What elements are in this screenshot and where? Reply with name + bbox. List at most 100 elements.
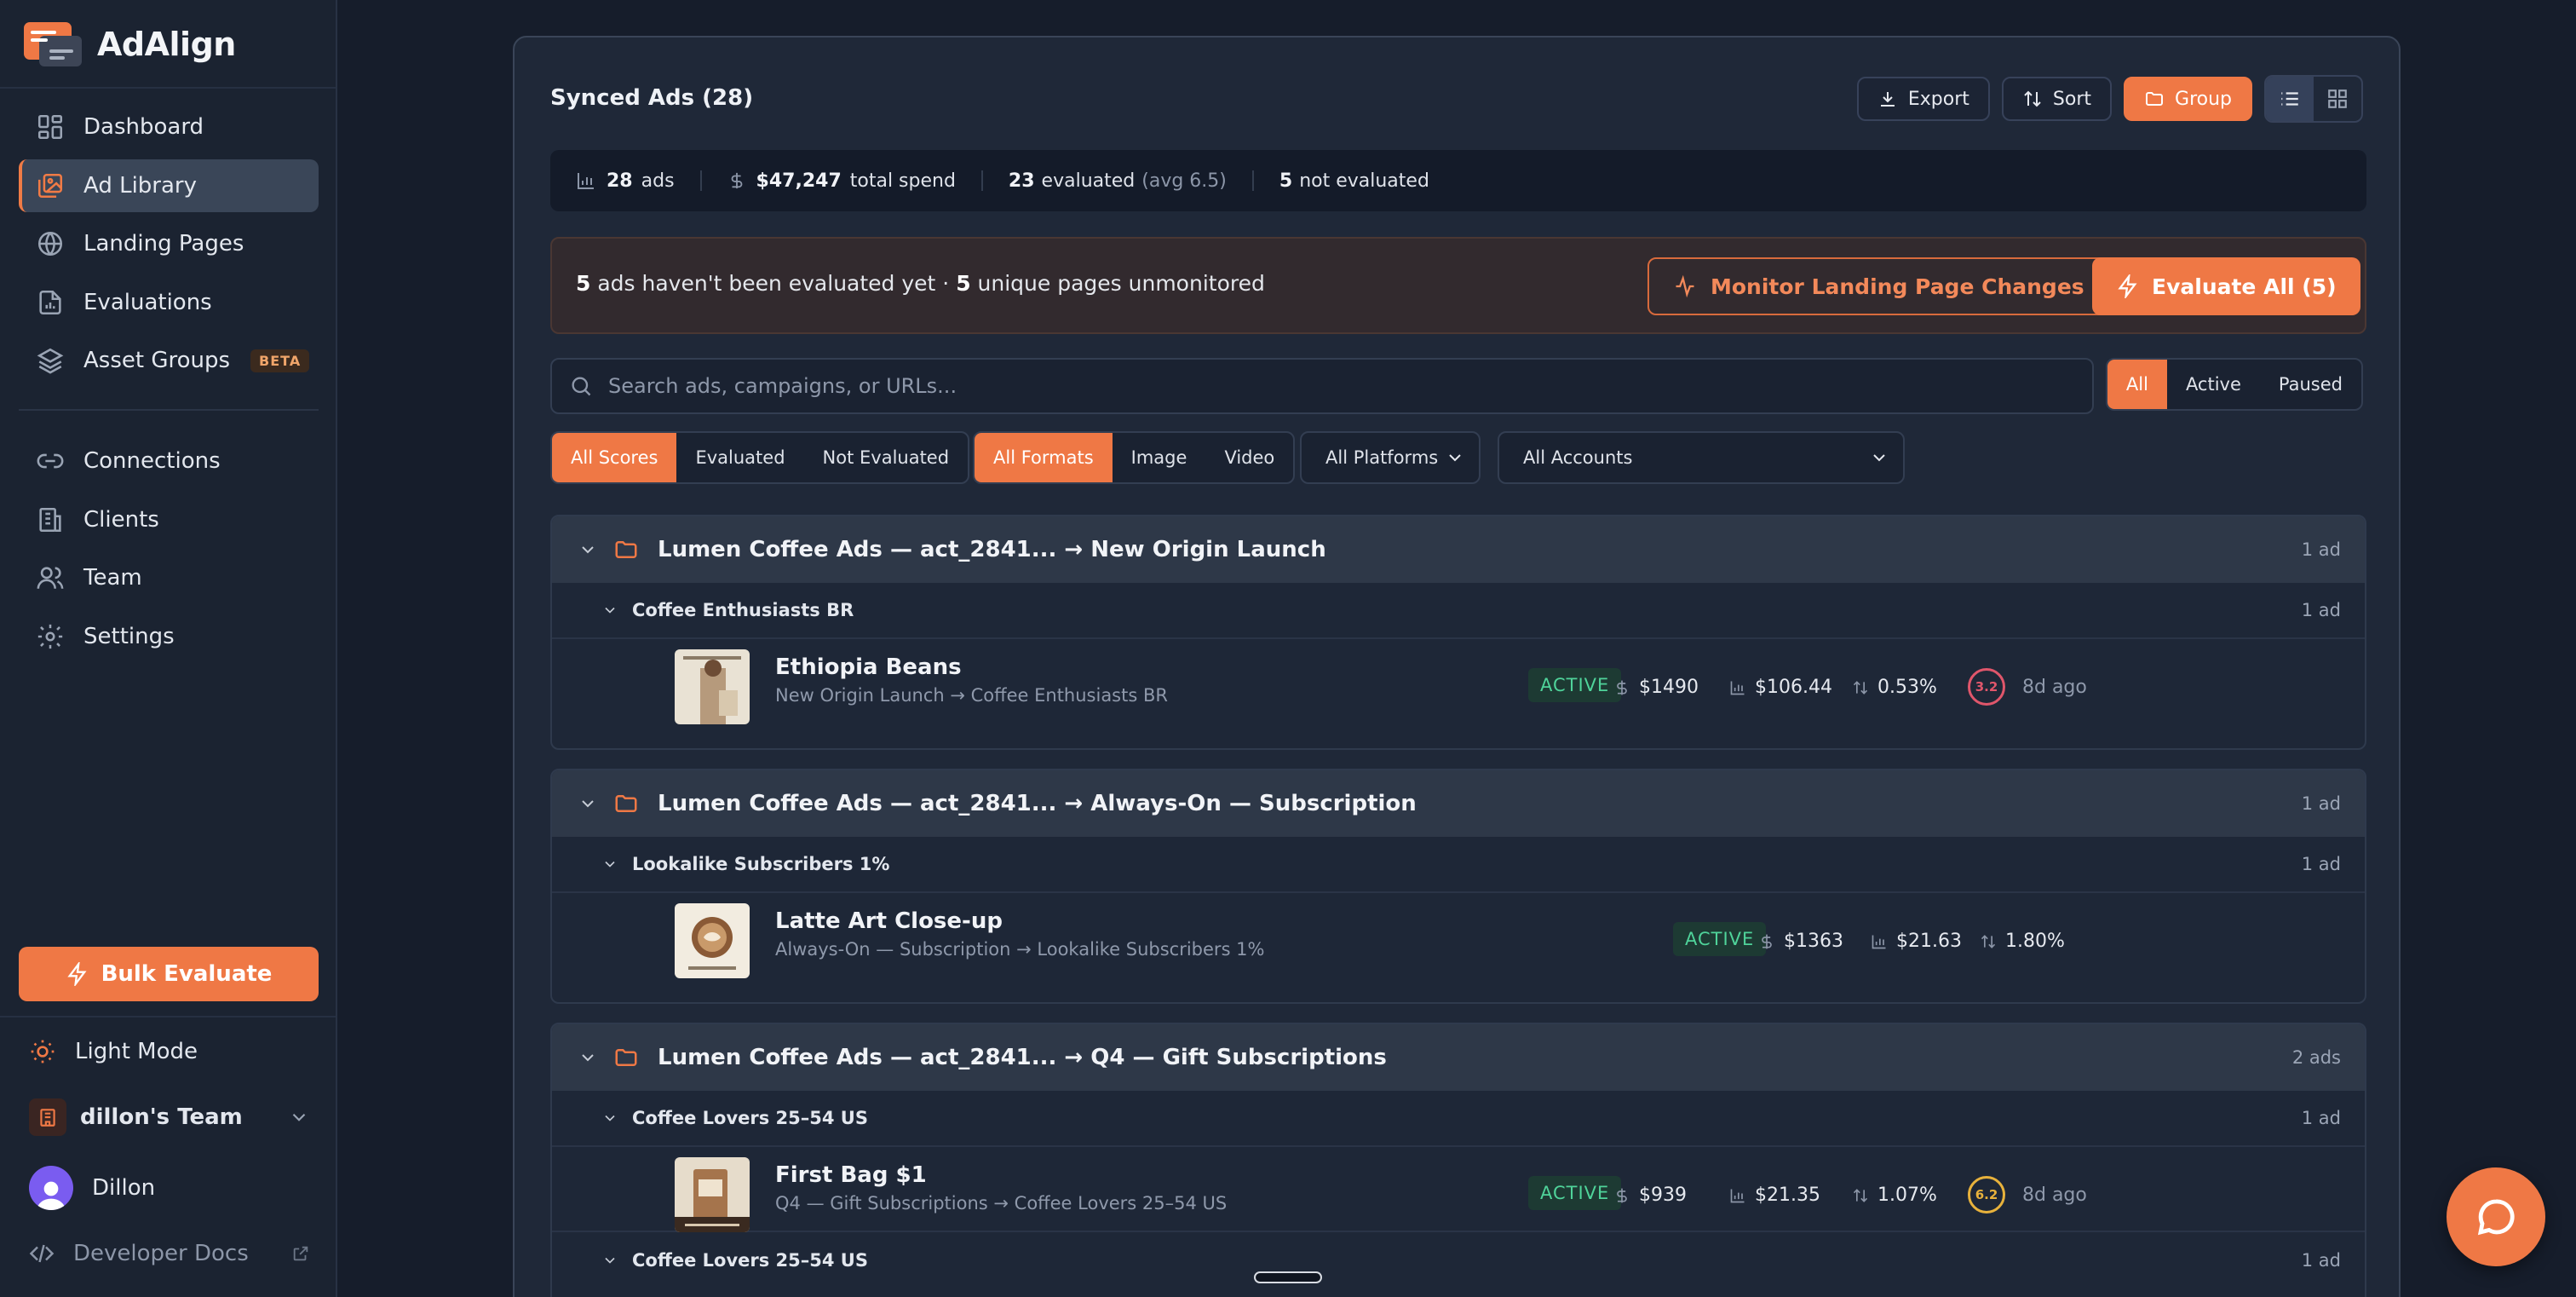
ad-ctr-value: 1.80% [2005, 931, 2065, 952]
sort-button[interactable]: Sort [2001, 77, 2113, 121]
ad-cpa-value: $21.63 [1896, 931, 1962, 952]
user-profile[interactable]: Dillon [29, 1166, 155, 1210]
adset-title: Lookalike Subscribers 1% [632, 854, 890, 874]
search-icon [572, 377, 591, 396]
stat-not-evaluated-count: 5 [1279, 170, 1293, 192]
monitor-landing-pages-button[interactable]: Monitor Landing Page Changes (5) [1647, 257, 2152, 315]
status-paused[interactable]: Paused [2260, 360, 2361, 409]
group-header[interactable]: Lumen Coffee Ads — act_2841... → New Ori… [552, 516, 2365, 583]
sun-icon [31, 1040, 55, 1064]
chevron-down-icon [292, 1113, 306, 1121]
layers-icon [36, 346, 65, 375]
dollar-icon [1617, 1188, 1627, 1202]
stat-ads: 28 ads [576, 170, 675, 192]
ad-row[interactable]: Ethiopia Beans New Origin Launch → Coffe… [552, 639, 2365, 724]
stat-spend: $47,247 total spend [727, 170, 956, 192]
ad-path: New Origin Launch → Coffee Enthusiasts B… [775, 685, 1168, 706]
ad-row[interactable]: Latte Art Close-up Always-On — Subscript… [552, 893, 2365, 978]
score-evaluated[interactable]: Evaluated [676, 433, 803, 482]
search-input[interactable] [608, 374, 2056, 398]
stat-evaluated-count: 23 [1008, 170, 1035, 192]
nav-clients[interactable]: Clients [19, 493, 319, 546]
building-icon [36, 505, 65, 534]
nav-asset-groups[interactable]: Asset Groups BETA [19, 334, 319, 387]
score-all[interactable]: All Scores [552, 433, 677, 482]
group-title: Lumen Coffee Ads — act_2841... → Always-… [658, 791, 1417, 816]
nav-label: Clients [83, 506, 159, 533]
beta-badge: BETA [250, 349, 310, 372]
adset-header[interactable]: Coffee Enthusiasts BR 1 ad [552, 583, 2365, 639]
gear-icon [36, 622, 65, 651]
developer-docs-link[interactable]: Developer Docs [29, 1241, 310, 1266]
nav-ad-library[interactable]: Ad Library [19, 159, 319, 212]
stat-divider [699, 170, 702, 191]
evaluated-ago: 8d ago [2022, 677, 2087, 698]
scroll-indicator[interactable] [1254, 1271, 1322, 1283]
nav-label: Asset Groups [83, 348, 231, 373]
sort-icon [2024, 90, 2041, 107]
format-all[interactable]: All Formats [975, 433, 1113, 482]
developer-docs-label: Developer Docs [73, 1241, 249, 1266]
status-all[interactable]: All [2107, 360, 2167, 409]
nav-connections[interactable]: Connections [19, 435, 319, 487]
dollar-icon [1617, 680, 1627, 695]
page-title: Synced Ads (28) [550, 85, 754, 111]
light-mode-toggle[interactable]: Light Mode [29, 1038, 198, 1065]
chevron-down-icon [605, 1115, 615, 1121]
adset-count: 1 ad [2301, 854, 2341, 874]
stat-spend-value: $47,247 [756, 170, 842, 192]
account-select[interactable]: All Accounts [1498, 431, 1905, 484]
nav-settings[interactable]: Settings [19, 610, 319, 663]
chat-button[interactable] [2447, 1167, 2545, 1266]
brand[interactable]: AdAlign [24, 20, 236, 68]
monitor-label: Monitor Landing Page Changes (5) [1711, 274, 2126, 299]
activity-icon [1676, 274, 1694, 298]
group-button[interactable]: Group [2124, 77, 2252, 121]
bulk-evaluate-button[interactable]: Bulk Evaluate [19, 947, 319, 1001]
ad-row[interactable]: First Bag $1 Q4 — Gift Subscriptions → C… [552, 1147, 2365, 1232]
nav-landing-pages[interactable]: Landing Pages [19, 217, 319, 270]
ad-cpa: $106.44 [1729, 677, 1832, 698]
nav-evaluations[interactable]: Evaluations [19, 276, 319, 329]
export-button[interactable]: Export [1856, 77, 1990, 121]
stat-ads-label: ads [641, 170, 675, 192]
status-badge: ACTIVE [1528, 1176, 1622, 1210]
chevron-down-icon [605, 1257, 615, 1264]
group-count: 1 ad [2301, 793, 2341, 814]
arrows-updown-icon [1981, 934, 1996, 948]
evaluate-all-button[interactable]: Evaluate All (5) [2092, 257, 2360, 315]
score-not-evaluated[interactable]: Not Evaluated [804, 433, 969, 482]
adset-header[interactable]: Coffee Lovers 25–54 US 1 ad [552, 1091, 2365, 1147]
list-view-button[interactable] [2266, 77, 2314, 121]
ad-thumbnail [675, 903, 750, 978]
report-icon [36, 288, 65, 317]
nav-dashboard[interactable]: Dashboard [19, 101, 319, 153]
platform-select[interactable]: All Platforms [1300, 431, 1481, 484]
adset-header[interactable]: Coffee Lovers 25–54 US 1 ad [552, 1232, 2365, 1288]
stat-not-evaluated-label: not evaluated [1299, 170, 1429, 192]
format-image[interactable]: Image [1113, 433, 1206, 482]
adset-count: 1 ad [2301, 600, 2341, 620]
view-toggle [2264, 75, 2363, 123]
bar-chart-icon [1872, 935, 1886, 948]
ad-name: First Bag $1 [775, 1162, 927, 1188]
alert-text-1: ads haven't been evaluated yet · [597, 271, 950, 296]
group-header[interactable]: Lumen Coffee Ads — act_2841... → Q4 — Gi… [552, 1024, 2365, 1091]
format-video[interactable]: Video [1205, 433, 1293, 482]
group-count: 2 ads [2291, 1047, 2341, 1068]
status-badge: ACTIVE [1528, 668, 1622, 702]
ad-ctr-value: 0.53% [1877, 677, 1937, 698]
ad-ctr: 0.53% [1852, 677, 1937, 698]
arrows-updown-icon [1853, 1188, 1868, 1202]
ad-spend: $1363 [1758, 931, 1843, 952]
team-building-icon [29, 1098, 66, 1136]
nav-team[interactable]: Team [19, 551, 319, 604]
grid-view-button[interactable] [2314, 77, 2361, 121]
adset-header[interactable]: Lookalike Subscribers 1% 1 ad [552, 837, 2365, 893]
team-switcher[interactable]: dillon's Team [29, 1098, 310, 1136]
nav-label: Evaluations [83, 289, 212, 315]
list-icon [2281, 92, 2298, 106]
status-active[interactable]: Active [2167, 360, 2260, 409]
search-bar [550, 358, 2094, 414]
group-header[interactable]: Lumen Coffee Ads — act_2841... → Always-… [552, 770, 2365, 837]
